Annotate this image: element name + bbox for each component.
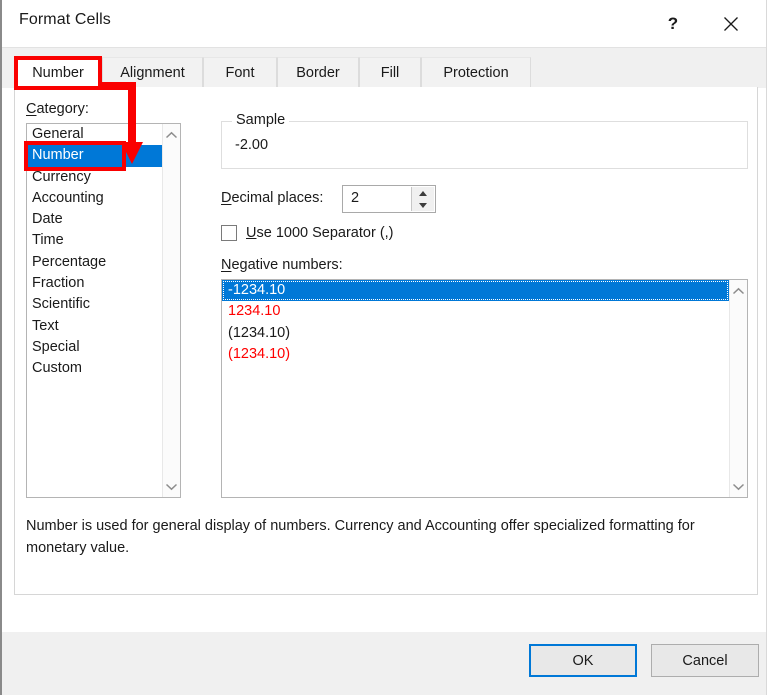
tab-strip: Number Alignment Font Border Fill Protec… <box>2 47 766 89</box>
triangle-down-icon[interactable] <box>412 199 434 211</box>
negative-numbers-items: -1234.10 1234.10 (1234.10) (1234.10) <box>222 280 729 365</box>
decimal-places-value: 2 <box>351 190 360 206</box>
category-item-percentage[interactable]: Percentage <box>27 252 162 273</box>
use-1000-separator-label: Use 1000 Separator (,) <box>246 225 394 241</box>
category-item-general[interactable]: General <box>27 124 162 145</box>
category-item-text[interactable]: Text <box>27 316 162 337</box>
chevron-up-glyph <box>732 287 745 294</box>
dialog-footer: exceldemy EXCEL - DATA - BI OK Cancel <box>2 632 766 695</box>
sample-group: Sample -2.00 <box>221 112 748 169</box>
help-icon[interactable]: ? <box>650 0 696 47</box>
number-tab-panel: Category: General Number Currency Accoun… <box>14 87 758 595</box>
category-item-fraction[interactable]: Fraction <box>27 273 162 294</box>
chevron-down-glyph <box>165 483 178 490</box>
chevron-down-icon[interactable] <box>163 477 180 495</box>
chevron-up-glyph <box>165 131 178 138</box>
close-glyph <box>724 16 738 31</box>
category-item-special[interactable]: Special <box>27 337 162 358</box>
tab-font[interactable]: Font <box>203 57 277 88</box>
category-item-custom[interactable]: Custom <box>27 358 162 379</box>
triangle-down-glyph <box>419 202 427 208</box>
ok-button-label: OK <box>572 652 594 669</box>
tab-protection-label: Protection <box>443 65 509 81</box>
category-item-date[interactable]: Date <box>27 209 162 230</box>
category-description: Number is used for general display of nu… <box>26 518 695 556</box>
category-item-accounting[interactable]: Accounting <box>27 188 162 209</box>
help-glyph: ? <box>667 13 679 33</box>
tab-alignment-label: Alignment <box>120 65 185 81</box>
sample-group-title: Sample <box>232 112 290 128</box>
negative-format-option-3[interactable]: (1234.10) <box>222 323 729 344</box>
page-title: Format Cells <box>19 11 111 28</box>
category-item-scientific[interactable]: Scientific <box>27 294 162 315</box>
chevron-up-icon[interactable] <box>163 126 180 144</box>
triangle-up-glyph <box>419 190 427 196</box>
tab-number[interactable]: Number <box>14 57 102 89</box>
negative-format-option-4[interactable]: (1234.10) <box>222 344 729 365</box>
format-cells-dialog: Format Cells ? Number Alignment Font Bor… <box>0 0 767 695</box>
category-item-number[interactable]: Number <box>27 145 180 167</box>
tab-fill[interactable]: Fill <box>359 57 421 88</box>
negative-numbers-scrollbar[interactable] <box>729 280 747 497</box>
tab-fill-label: Fill <box>380 65 400 81</box>
chevron-down-icon[interactable] <box>730 477 747 495</box>
category-scrollbar[interactable] <box>162 124 180 497</box>
category-listbox[interactable]: General Number Currency Accounting Date … <box>26 123 181 498</box>
category-item-time[interactable]: Time <box>27 230 162 251</box>
tab-number-label: Number <box>32 65 84 81</box>
decimal-places-label: Decimal places: <box>221 190 324 206</box>
cancel-button[interactable]: Cancel <box>651 644 759 677</box>
tab-alignment[interactable]: Alignment <box>102 57 203 88</box>
close-icon[interactable] <box>708 0 754 47</box>
negative-format-option-1[interactable]: -1234.10 <box>222 280 729 302</box>
category-items: General Number Currency Accounting Date … <box>27 124 180 380</box>
chevron-down-glyph <box>732 483 745 490</box>
tab-font-label: Font <box>225 65 255 81</box>
triangle-up-icon[interactable] <box>412 187 434 199</box>
negative-format-option-2[interactable]: 1234.10 <box>222 301 729 322</box>
tab-border-label: Border <box>296 65 340 81</box>
negative-numbers-label: Negative numbers: <box>221 257 343 273</box>
decimal-places-spin-buttons <box>411 187 434 211</box>
tab-protection[interactable]: Protection <box>421 57 531 88</box>
ok-button[interactable]: OK <box>529 644 637 677</box>
sample-value: -2.00 <box>235 137 269 153</box>
use-1000-separator-checkbox[interactable]: Use 1000 Separator (,) <box>221 225 394 241</box>
category-label: Category: <box>26 101 89 117</box>
chevron-up-icon[interactable] <box>730 282 747 300</box>
decimal-places-stepper[interactable]: 2 <box>342 185 436 213</box>
category-item-currency[interactable]: Currency <box>27 167 162 188</box>
tab-border[interactable]: Border <box>277 57 359 88</box>
title-bar: Format Cells ? <box>2 0 766 47</box>
negative-numbers-listbox[interactable]: -1234.10 1234.10 (1234.10) (1234.10) <box>221 279 748 498</box>
cancel-button-label: Cancel <box>682 652 728 669</box>
checkbox-box[interactable] <box>221 225 237 241</box>
